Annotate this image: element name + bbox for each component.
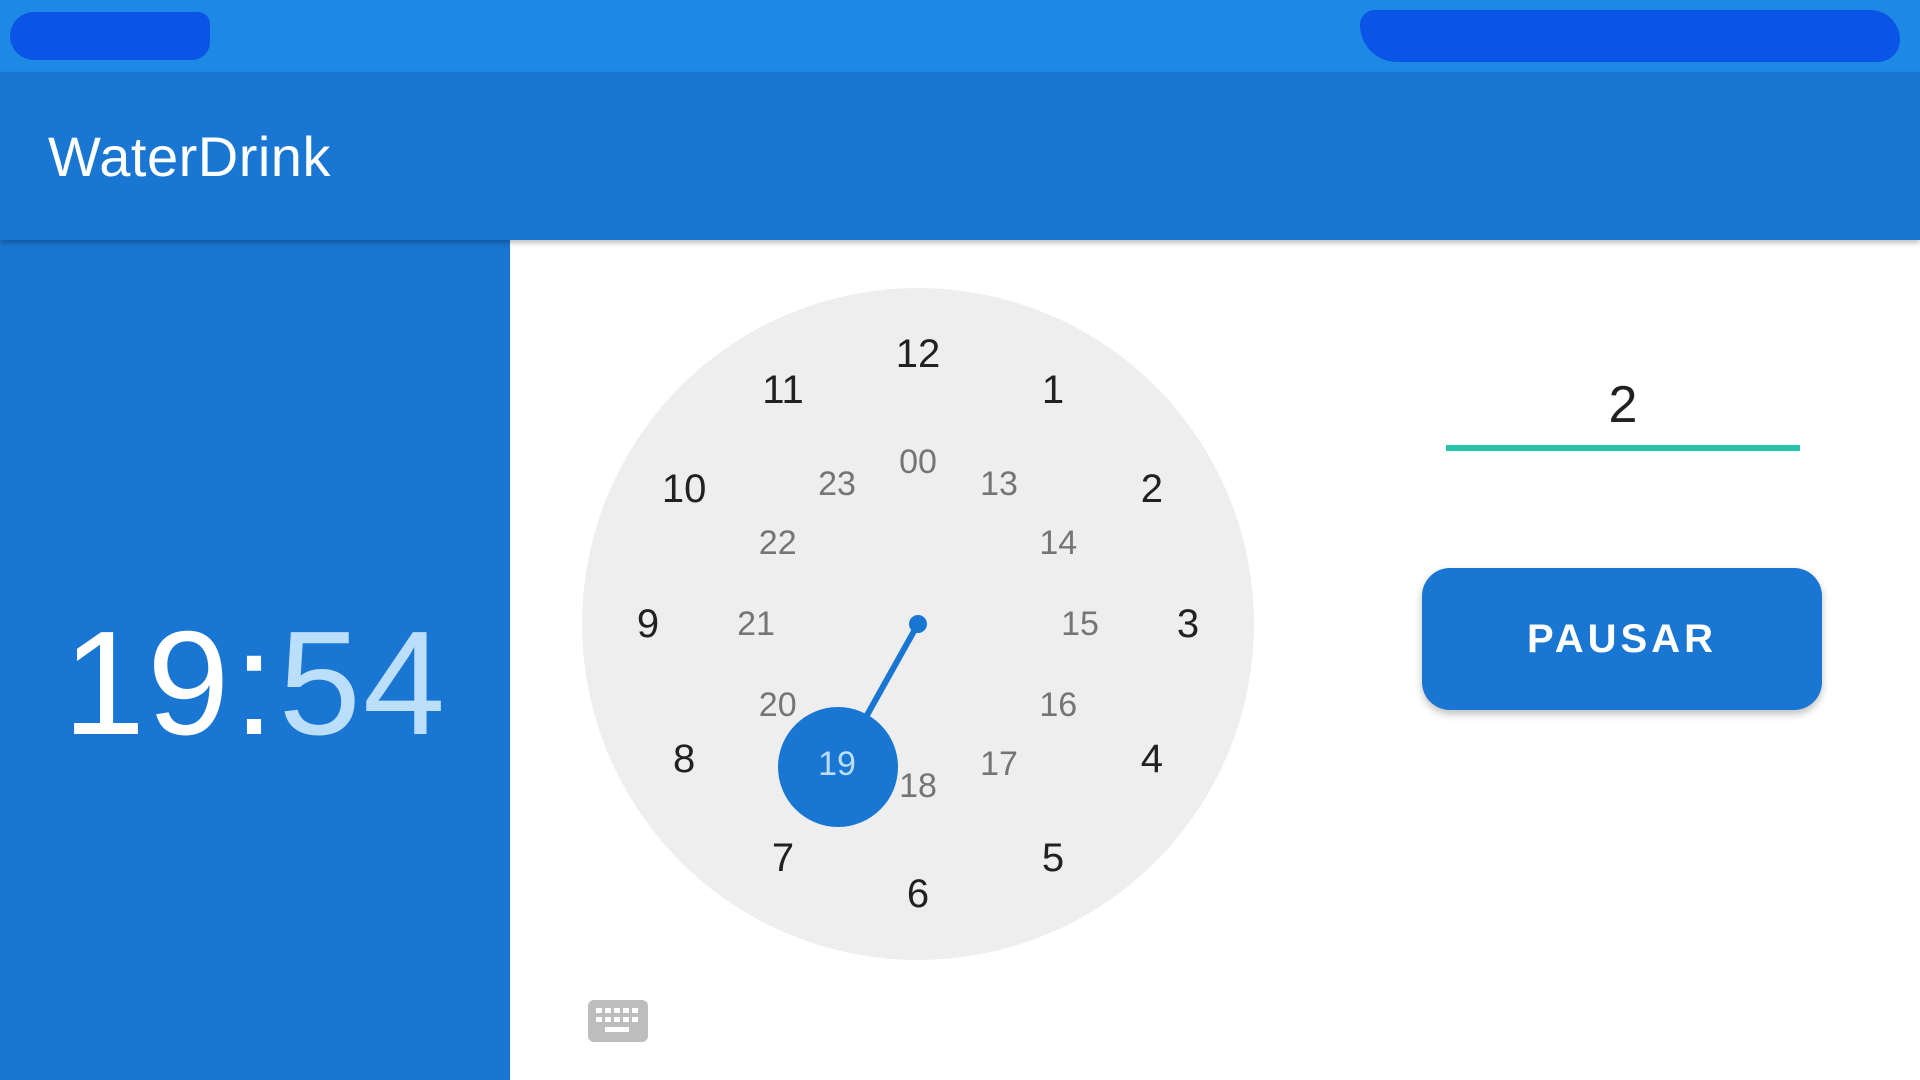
redacted-status-left [10,12,210,60]
clock-hour-22[interactable]: 22 [738,518,818,568]
clock-hour-13[interactable]: 13 [959,459,1039,509]
clock-dial[interactable]: 12 1 2 3 4 5 6 7 8 9 10 11 00 13 14 15 16 17 18 19 20 21 22 23 [582,288,1254,960]
clock-hour-4[interactable]: 4 [1112,734,1192,784]
interval-input[interactable]: 2 [1446,370,1800,450]
clock-hour-10[interactable]: 10 [644,464,724,514]
clock-hour-20[interactable]: 20 [738,680,818,730]
minute-display[interactable]: 54 [279,601,448,766]
clock-hour-18[interactable]: 18 [878,761,958,811]
redacted-status-right [1360,10,1900,62]
clock-hour-8[interactable]: 8 [644,734,724,784]
selected-time: 19:54 [0,610,510,758]
clock-hour-21[interactable]: 21 [716,599,796,649]
clock-hour-15[interactable]: 15 [1040,599,1120,649]
clock-hour-1[interactable]: 1 [1013,365,1093,415]
clock-hour-19[interactable]: 19 [797,739,877,789]
clock-hour-14[interactable]: 14 [1018,518,1098,568]
time-separator: : [233,601,277,766]
interval-input-underline [1446,445,1800,451]
app-title: WaterDrink [48,125,331,188]
clock-hour-16[interactable]: 16 [1018,680,1098,730]
hour-display[interactable]: 19 [63,601,232,766]
clock-hour-11[interactable]: 11 [743,365,823,415]
clock-hour-6[interactable]: 6 [878,869,958,919]
clock-hour-7[interactable]: 7 [743,833,823,883]
clock-hour-3[interactable]: 3 [1148,599,1228,649]
time-header-panel: 19:54 [0,240,510,1080]
clock-hour-2[interactable]: 2 [1112,464,1192,514]
app-bar: WaterDrink [0,72,1920,240]
clock-hour-12[interactable]: 12 [878,329,958,379]
clock-hour-5[interactable]: 5 [1013,833,1093,883]
clock-hour-17[interactable]: 17 [959,739,1039,789]
status-bar [0,0,1920,72]
clock-hour-9[interactable]: 9 [608,599,688,649]
pause-button[interactable]: PAUSAR [1422,568,1822,710]
clock-center-dot [909,615,927,633]
keyboard-icon[interactable] [588,1000,648,1042]
clock-hour-00[interactable]: 00 [878,437,958,487]
clock-hour-23[interactable]: 23 [797,459,877,509]
